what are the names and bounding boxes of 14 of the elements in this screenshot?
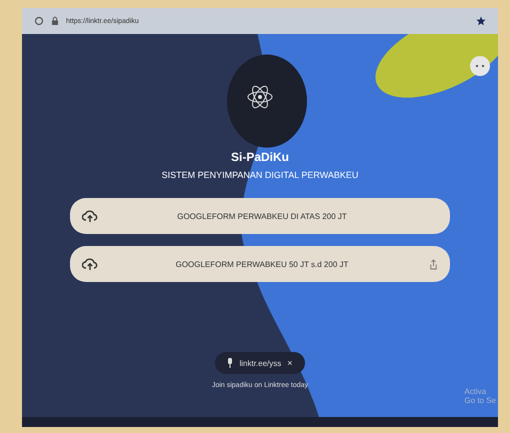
watermark-text: Activa xyxy=(464,387,488,396)
cloud-upload-icon xyxy=(82,257,98,271)
cloud-upload-icon xyxy=(82,209,98,223)
url-chip[interactable]: linktr.ee/yss × xyxy=(215,352,305,374)
link-button[interactable]: GOOGLEFORM PERWABKEU 50 JT s.d 200 JT xyxy=(70,246,450,282)
pin-icon xyxy=(227,358,234,368)
link-button[interactable]: GOOGLEFORM PERWABKEU DI ATAS 200 JT xyxy=(70,198,450,234)
share-icon[interactable] xyxy=(429,258,438,270)
lock-icon xyxy=(50,16,60,26)
star-icon[interactable] xyxy=(476,16,486,26)
reload-icon[interactable] xyxy=(34,16,44,26)
close-button[interactable]: × xyxy=(287,358,293,368)
watermark-text: Go to Se xyxy=(464,396,496,405)
chip-label: linktr.ee/yss xyxy=(239,358,282,368)
